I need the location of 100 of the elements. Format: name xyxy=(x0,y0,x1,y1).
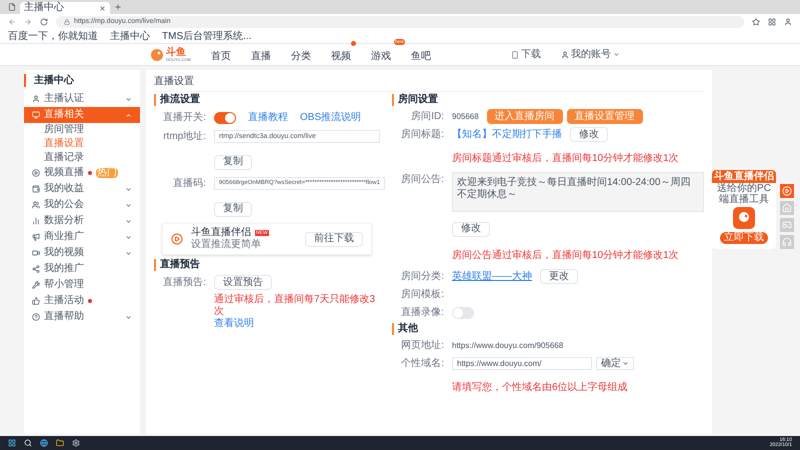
new-tab-icon[interactable] xyxy=(114,3,122,11)
text-button[interactable]: 修改 xyxy=(570,127,608,142)
room-title-link[interactable]: 【知名】不定期打下手播 xyxy=(452,127,562,142)
fish-logo-icon xyxy=(150,48,164,62)
home-icon xyxy=(782,203,792,213)
logo-text: 斗鱼 xyxy=(166,48,187,58)
text-button[interactable]: 修改 xyxy=(452,222,490,236)
warning-text: 房间标题通过审核后，直播间每10分钟才能修改1次 xyxy=(452,153,679,164)
nav-link[interactable]: 鱼吧 xyxy=(410,50,431,62)
download-link[interactable]: 下载 xyxy=(521,47,541,62)
sidebar-item[interactable]: 直播帮助 xyxy=(24,309,140,325)
nav-link[interactable]: 视频 xyxy=(330,50,351,62)
app-title: 斗鱼直播伴侣 xyxy=(191,228,251,238)
sidebar-subitem[interactable]: 房间管理 xyxy=(24,123,140,137)
ad-title: 斗鱼直播伴侣 xyxy=(712,170,776,183)
chevron-icon[interactable] xyxy=(125,112,132,118)
folder-icon[interactable] xyxy=(56,439,64,447)
video-icon xyxy=(32,249,40,257)
notice-textarea[interactable]: 欢迎来到电子竞技～每日直播时间14:00-24:00～周四不定期休息～ xyxy=(452,172,704,212)
chevron-icon[interactable] xyxy=(125,234,132,240)
room-id: 905668 xyxy=(452,110,479,122)
caret-icon xyxy=(613,51,620,58)
wrench-icon xyxy=(32,281,40,289)
sidebar-item[interactable]: 我的公会 xyxy=(24,197,140,213)
warning-text: 通过审核后，直播间每7天只能修改3次 xyxy=(214,294,376,318)
sidebar-item[interactable]: 数据分析 xyxy=(24,213,140,229)
help-link[interactable]: 直播教程 xyxy=(248,110,288,125)
gamepad-icon xyxy=(782,220,792,230)
field-label: 房间模板: xyxy=(400,288,445,302)
text-button[interactable]: 复制 xyxy=(214,154,252,170)
star-icon[interactable] xyxy=(752,18,760,26)
field-label: 网页地址: xyxy=(400,338,445,353)
search-icon[interactable] xyxy=(24,439,32,447)
play-icon xyxy=(782,186,792,196)
close-icon[interactable] xyxy=(99,4,106,12)
chevron-icon[interactable] xyxy=(125,250,132,256)
domain-field[interactable]: https://www.douyu.com/ xyxy=(452,357,592,370)
bookmark-link[interactable]: 百度一下，你就知道 xyxy=(8,32,98,42)
toggle-switch[interactable] xyxy=(214,112,236,124)
settings-icon[interactable] xyxy=(72,439,80,447)
chevron-icon[interactable] xyxy=(125,186,132,192)
tab-title: 主播中心 xyxy=(24,3,65,13)
text-button[interactable]: 复制 xyxy=(214,202,252,216)
play-icon xyxy=(32,169,40,177)
people-icon xyxy=(32,201,40,209)
sidebar-item[interactable]: 我的收益 xyxy=(24,181,140,197)
text-button[interactable]: 设置预告 xyxy=(214,275,272,290)
live-button[interactable] xyxy=(780,184,794,198)
chevron-icon[interactable] xyxy=(125,218,132,224)
nav-link[interactable]: 游戏 xyxy=(370,50,391,62)
web-address: https://www.douyu.com/905668 xyxy=(452,340,564,352)
domain-dropdown[interactable]: 确定 xyxy=(596,357,634,370)
sidebar-item[interactable]: 我的视频 xyxy=(24,245,140,261)
collections-icon[interactable] xyxy=(768,18,776,26)
profile-icon[interactable] xyxy=(784,18,792,26)
play-icon xyxy=(171,233,183,245)
field-label: 房间公告: xyxy=(400,172,445,187)
category-link[interactable]: 英雄联盟——大神 xyxy=(452,269,532,284)
field-label: 直播录像: xyxy=(400,306,445,320)
chart-icon xyxy=(32,217,40,225)
sidebar-item[interactable]: 帮小管理 xyxy=(24,277,140,293)
reload-icon[interactable] xyxy=(40,18,48,26)
user-menu[interactable]: 我的账号 xyxy=(571,47,611,62)
user-icon xyxy=(561,50,569,58)
nav-link[interactable]: 直播 xyxy=(250,50,271,62)
thumbs-up-icon xyxy=(32,297,40,305)
page-title: 直播设置 xyxy=(154,74,704,92)
browser-tab[interactable]: 主播中心 xyxy=(20,2,110,14)
nav-link[interactable]: 首页 xyxy=(210,50,231,62)
bookmark-link[interactable]: TMS后台管理系统... xyxy=(162,32,252,42)
help-link[interactable]: OBS推流说明 xyxy=(300,110,362,125)
sidebar-title: 主播中心 xyxy=(24,74,140,87)
chevron-icon[interactable] xyxy=(125,314,132,320)
chevron-icon[interactable] xyxy=(125,202,132,208)
sidebar-item[interactable]: 主播活动 xyxy=(24,293,140,309)
tab-actions-icon[interactable] xyxy=(8,3,16,11)
phone-icon xyxy=(511,50,519,58)
text-button[interactable]: 前往下载 xyxy=(305,232,363,246)
browser-icon[interactable] xyxy=(40,439,48,447)
sidebar-subitem[interactable]: 直播记录 xyxy=(24,151,140,165)
help-icon xyxy=(32,313,40,321)
field-label: 房间ID: xyxy=(410,110,445,124)
field-label: 直播开关: xyxy=(162,110,207,125)
ad-subtitle: 送给你的PC端直播工具 xyxy=(716,183,772,205)
field-label: 直播码: xyxy=(172,176,207,191)
sidebar-item[interactable]: 主播认证 xyxy=(24,91,140,107)
share-icon xyxy=(32,265,40,273)
sidebar-item[interactable]: 商业推广 xyxy=(24,229,140,245)
toggle-switch[interactable] xyxy=(452,306,474,318)
help-link[interactable]: 查看说明 xyxy=(214,318,254,330)
chevron-icon[interactable] xyxy=(125,96,132,102)
sidebar-item[interactable]: 我的推广 xyxy=(24,261,140,277)
bookmark-link[interactable]: 主播中心 xyxy=(110,32,150,42)
caret-icon xyxy=(622,360,629,367)
nav-link[interactable]: 分类 xyxy=(290,50,311,62)
text-button[interactable]: 更改 xyxy=(540,269,578,284)
section-heading: 推流设置 xyxy=(154,94,380,106)
lock-icon xyxy=(64,19,70,25)
warning-text: 请填写您，个性域名由6位以上字母组成 xyxy=(452,382,628,393)
start-icon[interactable] xyxy=(8,439,16,447)
